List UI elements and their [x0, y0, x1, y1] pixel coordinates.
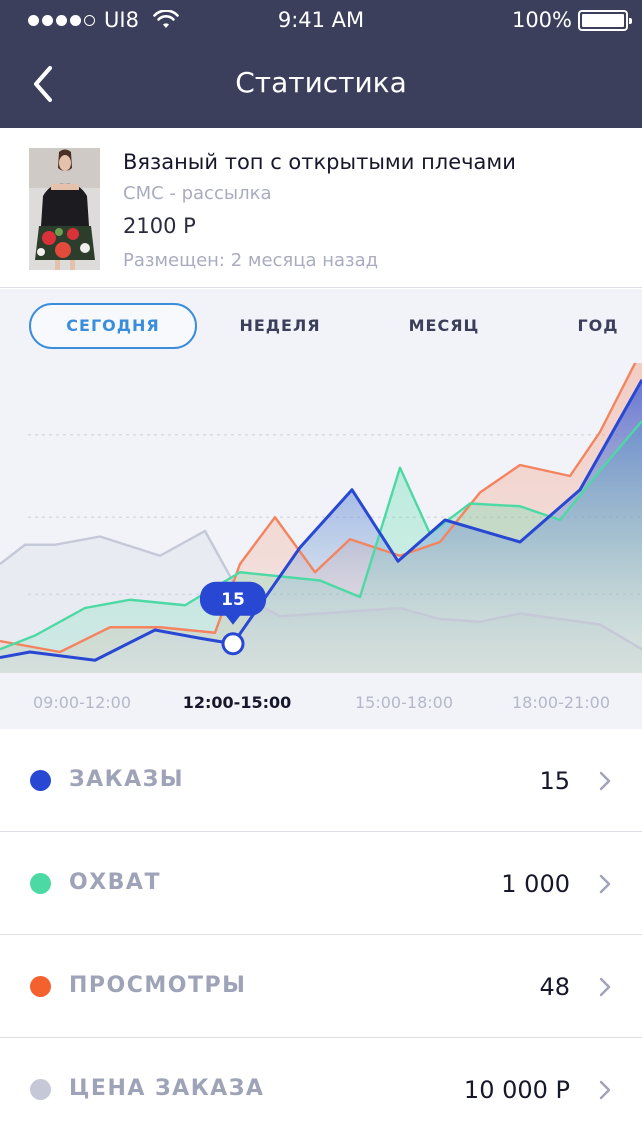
metric-value: 15 [539, 767, 570, 795]
chart-x-axis: 09:00-12:00 12:00-15:00 15:00-18:00 18:0… [0, 677, 642, 729]
metric-label: ЦЕНА ЗАКАЗА [69, 1076, 265, 1101]
metric-value: 48 [539, 973, 570, 1001]
order-price-color-dot [30, 1079, 51, 1100]
tab-today[interactable]: СЕГОДНЯ [29, 303, 197, 349]
nav-bar: Статистика [0, 40, 642, 128]
product-channel: СМС - рассылка [123, 183, 272, 204]
x-tick-label-active[interactable]: 12:00-15:00 [183, 693, 292, 712]
metric-row-views[interactable]: ПРОСМОТРЫ 48 [0, 935, 642, 1038]
metric-label: ОХВАТ [69, 870, 161, 895]
metric-row-order-price[interactable]: ЦЕНА ЗАКАЗА 10 000 Р [0, 1038, 642, 1139]
views-color-dot [30, 976, 51, 997]
chevron-right-icon [599, 1080, 611, 1100]
chart-tooltip-value: 15 [221, 590, 245, 610]
product-posted-date: Размещен: 2 месяца назад [123, 250, 379, 271]
orders-color-dot [30, 770, 51, 791]
product-card[interactable]: Вязаный топ с открытыми плечами СМС - ра… [0, 128, 642, 288]
tab-year[interactable]: ГОД [560, 303, 636, 349]
metric-row-reach[interactable]: ОХВАТ 1 000 [0, 832, 642, 935]
tab-month[interactable]: МЕСЯЦ [384, 303, 504, 349]
tab-week[interactable]: НЕДЕЛЯ [220, 303, 340, 349]
chevron-right-icon [599, 771, 611, 791]
product-name: Вязаный топ с открытыми плечами [123, 150, 516, 174]
x-tick-label[interactable]: 15:00-18:00 [355, 693, 453, 712]
battery-icon [578, 10, 632, 31]
chevron-right-icon [599, 977, 611, 997]
metric-row-orders[interactable]: ЗАКАЗЫ 15 [0, 729, 642, 832]
battery-percentage: 100% [511, 8, 572, 32]
x-tick-label[interactable]: 18:00-21:00 [512, 693, 610, 712]
chart-selected-point[interactable] [221, 632, 245, 656]
page-title: Статистика [235, 66, 407, 99]
stats-line-chart[interactable]: 15 [0, 363, 642, 673]
product-thumbnail [29, 148, 100, 270]
chevron-right-icon [599, 874, 611, 894]
x-tick-label[interactable]: 09:00-12:00 [33, 693, 131, 712]
chart-section: СЕГОДНЯ НЕДЕЛЯ МЕСЯЦ ГОД 15 09:00-12:00 … [0, 289, 642, 729]
metric-value: 1 000 [501, 870, 570, 898]
reach-color-dot [30, 873, 51, 894]
metrics-list: ЗАКАЗЫ 15 ОХВАТ 1 000 ПРОСМОТРЫ 48 ЦЕНА … [0, 729, 642, 1139]
product-price: 2100 Р [123, 214, 196, 238]
metric-label: ЗАКАЗЫ [69, 767, 185, 792]
metric-value: 10 000 Р [463, 1076, 570, 1104]
status-bar: UI8 9:41 AM 100% [0, 0, 642, 40]
metric-label: ПРОСМОТРЫ [69, 973, 247, 998]
